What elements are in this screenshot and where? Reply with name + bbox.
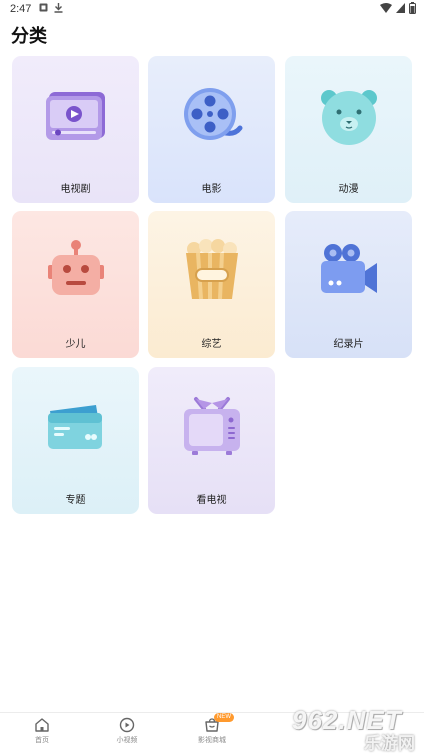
- category-card-topics[interactable]: 专题: [12, 367, 139, 514]
- status-time: 2:47: [10, 3, 32, 15]
- category-card-documentary[interactable]: 纪录片: [285, 211, 412, 358]
- film-reel-icon: [183, 88, 242, 140]
- category-label: 看电视: [196, 495, 227, 506]
- nav-home-label: 首页: [35, 737, 49, 744]
- tv-series-icon: [45, 92, 105, 140]
- category-card-anime[interactable]: 动漫: [285, 56, 412, 203]
- watermark-sub: 乐游网: [364, 734, 415, 753]
- nav-shop[interactable]: NEW 影视商城: [182, 713, 242, 745]
- home-icon: [35, 718, 49, 732]
- popcorn-icon: [185, 239, 238, 300]
- video-camera-icon: [320, 244, 377, 293]
- category-label: 少儿: [65, 339, 86, 350]
- category-card-tv-series[interactable]: 电视剧: [12, 56, 139, 203]
- nav-short-video[interactable]: 小视频: [97, 717, 157, 745]
- category-card-movie[interactable]: 电影: [148, 56, 275, 203]
- category-label: 专题: [65, 495, 86, 506]
- category-card-kids[interactable]: 少儿: [12, 211, 139, 358]
- robot-icon: [47, 240, 104, 295]
- signal-icon: [396, 3, 405, 13]
- category-label: 电影: [201, 184, 222, 195]
- download-icon: [54, 3, 63, 13]
- folder-cards-icon: [47, 405, 102, 449]
- battery-icon: [409, 2, 416, 14]
- play-circle-icon: [119, 717, 135, 733]
- bear-face-icon: [320, 90, 377, 145]
- page-title: 分类: [11, 26, 47, 46]
- category-label: 电视剧: [60, 184, 91, 195]
- category-card-variety[interactable]: 综艺: [148, 211, 275, 358]
- notification-icon: [39, 3, 48, 12]
- retro-tv-icon: [183, 397, 240, 455]
- category-label: 纪录片: [333, 339, 364, 350]
- category-card-watch-tv[interactable]: 看电视: [148, 367, 275, 514]
- status-bar: 2:47: [0, 0, 424, 18]
- category-label: 综艺: [201, 339, 222, 350]
- nav-shop-label: 影视商城: [198, 737, 226, 744]
- nav-short-video-label: 小视频: [116, 737, 138, 744]
- category-label: 动漫: [338, 184, 359, 195]
- wifi-icon: [380, 3, 392, 13]
- nav-home[interactable]: 首页: [12, 717, 72, 745]
- new-badge: NEW: [214, 713, 234, 722]
- watermark: 962.NET 乐游网: [286, 705, 420, 753]
